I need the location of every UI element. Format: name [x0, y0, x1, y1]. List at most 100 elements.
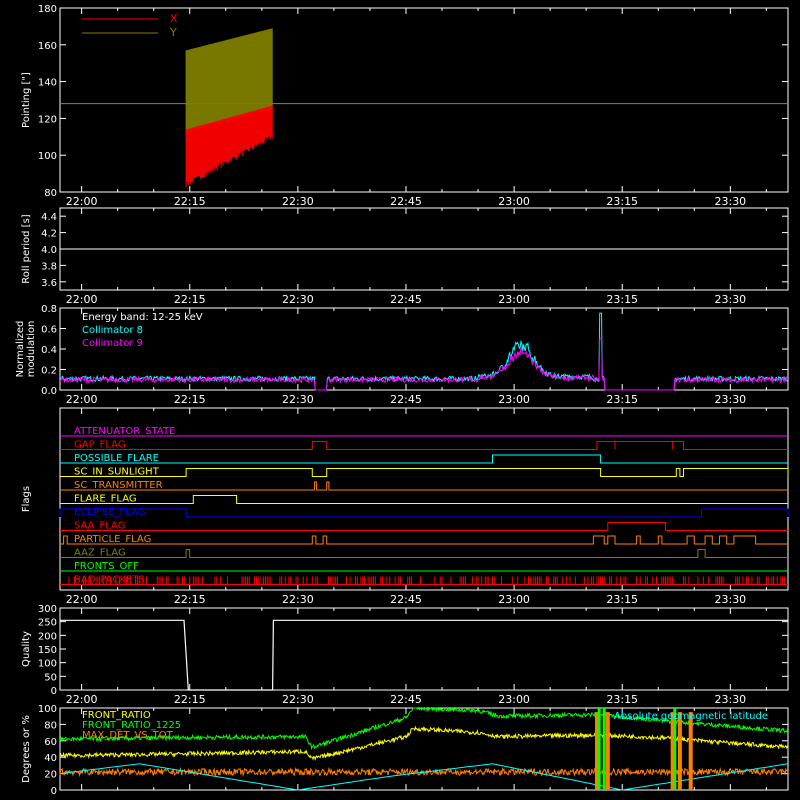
flag-label: SC_IN_SUNLIGHT	[74, 467, 160, 478]
y-tick-label: 60	[44, 737, 57, 748]
x-tick-label: 23:15	[606, 195, 638, 208]
quality-line	[60, 619, 788, 691]
y-tick-label: 250	[38, 618, 57, 629]
y-tick-label: 20	[44, 770, 57, 781]
flag-sc-transmitter: SC_TRANSMITTER	[60, 480, 788, 491]
geo-spike-orange	[605, 712, 610, 790]
x-tick-label: 22:45	[390, 393, 422, 406]
y-tick-label: 50	[44, 672, 57, 683]
x-tick-label: 23:30	[714, 293, 746, 306]
x-tick-label: 22:15	[174, 693, 206, 706]
x-tick-label: 23:00	[498, 293, 530, 306]
legend-y-label: Y	[169, 26, 177, 39]
y-tick-label: 160	[38, 41, 57, 52]
geo-data: FRONT_RATIOFRONT_RATIO_1225MAX_DET_VS_TO…	[59, 706, 789, 791]
x-tick-label: 23:00	[498, 693, 530, 706]
geo-spike-green	[602, 708, 606, 790]
flag-saa-flag: SAA_FLAG	[60, 521, 788, 532]
x-tick-label: 22:15	[174, 393, 206, 406]
y-tick-label: 100	[38, 704, 57, 715]
flag-label: POSSIBLE_FLARE	[74, 453, 159, 464]
flag-particle-flag: PARTICLE_FLAG	[60, 534, 788, 545]
x-tick-label: 22:00	[66, 293, 98, 306]
flag-sc-in-sunlight: SC_IN_SUNLIGHT	[60, 467, 789, 478]
flag-bad-packets: BAD_PACKETS	[60, 575, 788, 586]
legend-x-label: X	[170, 12, 178, 25]
y-tick-label: 80	[44, 720, 57, 731]
y-tick-label: 3.6	[41, 278, 57, 289]
y-tick-label: 120	[38, 114, 57, 125]
y-tick-label: 100	[38, 151, 57, 162]
flag-eclipse-flag: ECLIPSE_FLAG	[59, 507, 789, 518]
flag-gap-flag: GAP_FLAG	[60, 440, 788, 451]
x-tick-label: 22:00	[66, 393, 98, 406]
quicklook-plot-page: 22:00 22:15 22:30 22:45 23:00 23:15 23:30 80 100…	[0, 0, 800, 800]
geo-annotation-latitude: Absolute geomagnetic latitude	[614, 711, 768, 722]
x-tick-label: 22:30	[282, 593, 314, 606]
x-tick-label: 22:30	[282, 293, 314, 306]
x-tick-label: 23:15	[606, 593, 638, 606]
y-tick-label: 180	[38, 4, 57, 15]
geo-spike-orange	[688, 712, 693, 790]
modulation-ylabel: Normalizedmodulation	[15, 321, 37, 378]
y-tick-label: 200	[38, 631, 57, 642]
y-tick-label: 0.0	[41, 386, 57, 397]
flag-step-line	[60, 454, 788, 464]
modulation-legend-band: Energy band: 12-25 keV	[82, 312, 203, 323]
flag-step-line	[60, 495, 788, 504]
flag-step-line	[59, 508, 789, 518]
flag-aaz-flag: AAZ_FLAG	[60, 548, 788, 559]
flag-label: GAP_FLAG	[74, 440, 126, 451]
x-tick-label: 22:45	[390, 293, 422, 306]
flag-step-line	[60, 549, 788, 558]
y-tick-label: 0.6	[41, 325, 57, 336]
x-tick-label: 23:00	[498, 593, 530, 606]
modulation-legend-c9: Collimator 9	[82, 338, 143, 349]
flag-label: ATTENUATOR_STATE	[74, 426, 175, 437]
geo-legend-max-det: MAX_DET_VS_TOT	[82, 730, 174, 741]
x-tick-label: 22:00	[66, 195, 98, 208]
x-tick-label: 23:15	[606, 293, 638, 306]
x-tick-label: 23:30	[714, 593, 746, 606]
modulation-ylabel-line: modulation	[26, 321, 37, 378]
flag-step-line	[60, 522, 788, 531]
y-tick-label: 300	[38, 604, 57, 615]
x-tick-label: 22:15	[174, 195, 206, 208]
y-tick-label: 0.8	[41, 304, 57, 315]
flag-label: PARTICLE_FLAG	[74, 534, 151, 545]
flag-label: BAD_PACKETS	[74, 575, 145, 586]
x-tick-label: 23:00	[498, 195, 530, 208]
x-tick-label: 22:30	[282, 693, 314, 706]
y-tick-label: 0.4	[41, 345, 57, 356]
modulation-legend-c8: Collimator 8	[82, 325, 143, 336]
x-tick-label: 23:15	[606, 393, 638, 406]
x-tick-label: 22:45	[390, 195, 422, 208]
flag-step-line	[60, 535, 788, 545]
y-tick-label: 100	[38, 659, 57, 670]
flag-label: FLARE_FLAG	[74, 494, 137, 505]
modulation-series-9	[59, 338, 788, 391]
geo-ylabel: Degrees or %	[21, 715, 32, 783]
roll_period-ylabel: Roll period [s]	[21, 214, 32, 283]
y-tick-label: 0.2	[41, 366, 57, 377]
flag-label: FRONTS_OFF	[74, 561, 139, 572]
x-tick-label: 22:45	[390, 593, 422, 606]
flag-label: SAA_FLAG	[74, 521, 125, 532]
flag-label: AAZ_FLAG	[74, 548, 126, 559]
x-tick-label: 23:30	[714, 393, 746, 406]
observation-summary-chart: 22:00 22:15 22:30 22:45 23:00 23:15 23:30 80 100…	[15, 4, 789, 797]
modulation-ylabel-line: Normalized	[15, 321, 26, 378]
y-tick-label: 150	[38, 645, 57, 656]
flag-possible-flare: POSSIBLE_FLARE	[60, 453, 788, 464]
y-tick-label: 3.8	[41, 261, 57, 272]
y-tick-label: 4.2	[41, 229, 57, 240]
y-tick-label: 0	[51, 686, 57, 697]
quality-panel: 22:00 22:15 22:30 22:45 23:00 23:15 23:30 0 50 10…	[21, 604, 789, 706]
x-tick-label: 23:30	[714, 693, 746, 706]
x-tick-label: 22:30	[282, 393, 314, 406]
flag-flare-flag: FLARE_FLAG	[60, 494, 788, 505]
flag-step-line	[60, 468, 789, 477]
x-tick-label: 22:00	[66, 693, 98, 706]
flag-label: SC_TRANSMITTER	[74, 480, 163, 491]
quality-ylabel: Quality	[21, 631, 32, 667]
